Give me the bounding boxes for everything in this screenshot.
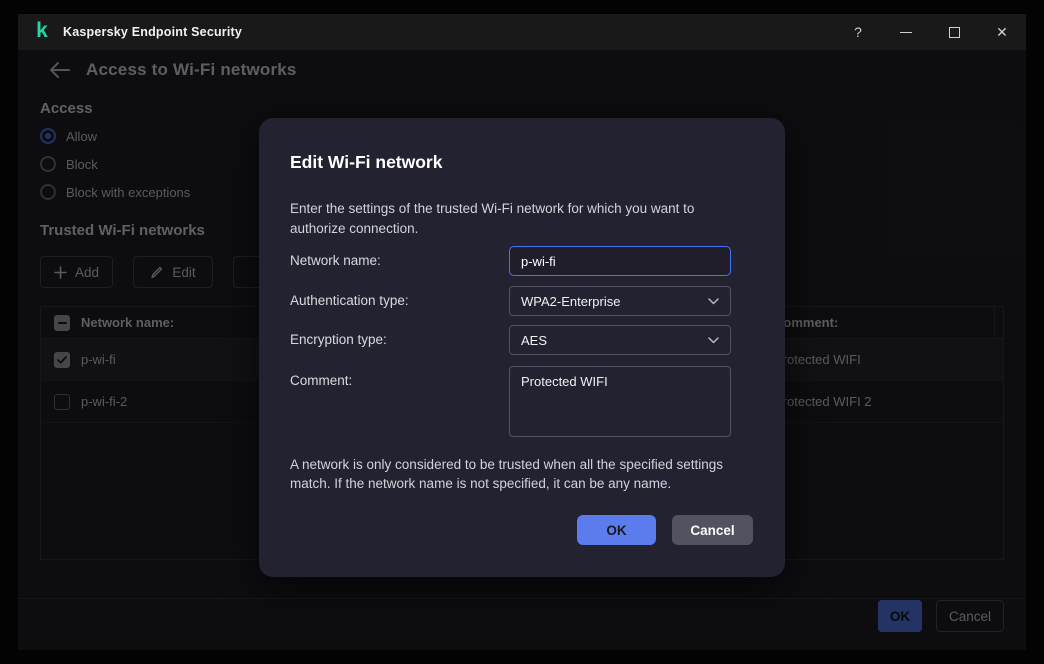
dialog-ok-button[interactable]: OK	[577, 515, 656, 545]
page-content: Access to Wi-Fi networks Access Allow Bl…	[18, 50, 1026, 650]
network-name-input[interactable]	[509, 246, 731, 276]
window-controls: ? ✕	[834, 14, 1026, 50]
authentication-type-select[interactable]: WPA2-Enterprise	[509, 286, 731, 316]
minimize-button[interactable]	[882, 14, 930, 50]
dialog-description: Enter the settings of the trusted Wi-Fi …	[290, 199, 748, 239]
comment-label: Comment:	[290, 373, 352, 388]
chevron-down-icon	[708, 298, 719, 305]
chevron-down-icon	[708, 337, 719, 344]
authentication-type-label: Authentication type:	[290, 293, 409, 308]
app-title: Kaspersky Endpoint Security	[63, 25, 242, 39]
network-name-label: Network name:	[290, 253, 381, 268]
kaspersky-logo-icon: k	[32, 22, 52, 42]
edit-wifi-dialog: Edit Wi-Fi network Enter the settings of…	[259, 118, 785, 577]
app-window: k Kaspersky Endpoint Security ? ✕ Access…	[18, 14, 1026, 650]
dialog-title: Edit Wi-Fi network	[290, 152, 442, 173]
dialog-cancel-button[interactable]: Cancel	[672, 515, 753, 545]
close-button[interactable]: ✕	[978, 14, 1026, 50]
encryption-type-select[interactable]: AES	[509, 325, 731, 355]
help-button[interactable]: ?	[834, 14, 882, 50]
comment-textarea[interactable]: Protected WIFI	[509, 366, 731, 437]
encryption-type-value: AES	[521, 333, 547, 348]
title-bar: k Kaspersky Endpoint Security ? ✕	[18, 14, 1026, 50]
encryption-type-label: Encryption type:	[290, 332, 387, 347]
maximize-button[interactable]	[930, 14, 978, 50]
maximize-icon	[949, 27, 960, 38]
authentication-type-value: WPA2-Enterprise	[521, 294, 620, 309]
dialog-note: A network is only considered to be trust…	[290, 455, 754, 493]
minimize-icon	[900, 32, 912, 33]
